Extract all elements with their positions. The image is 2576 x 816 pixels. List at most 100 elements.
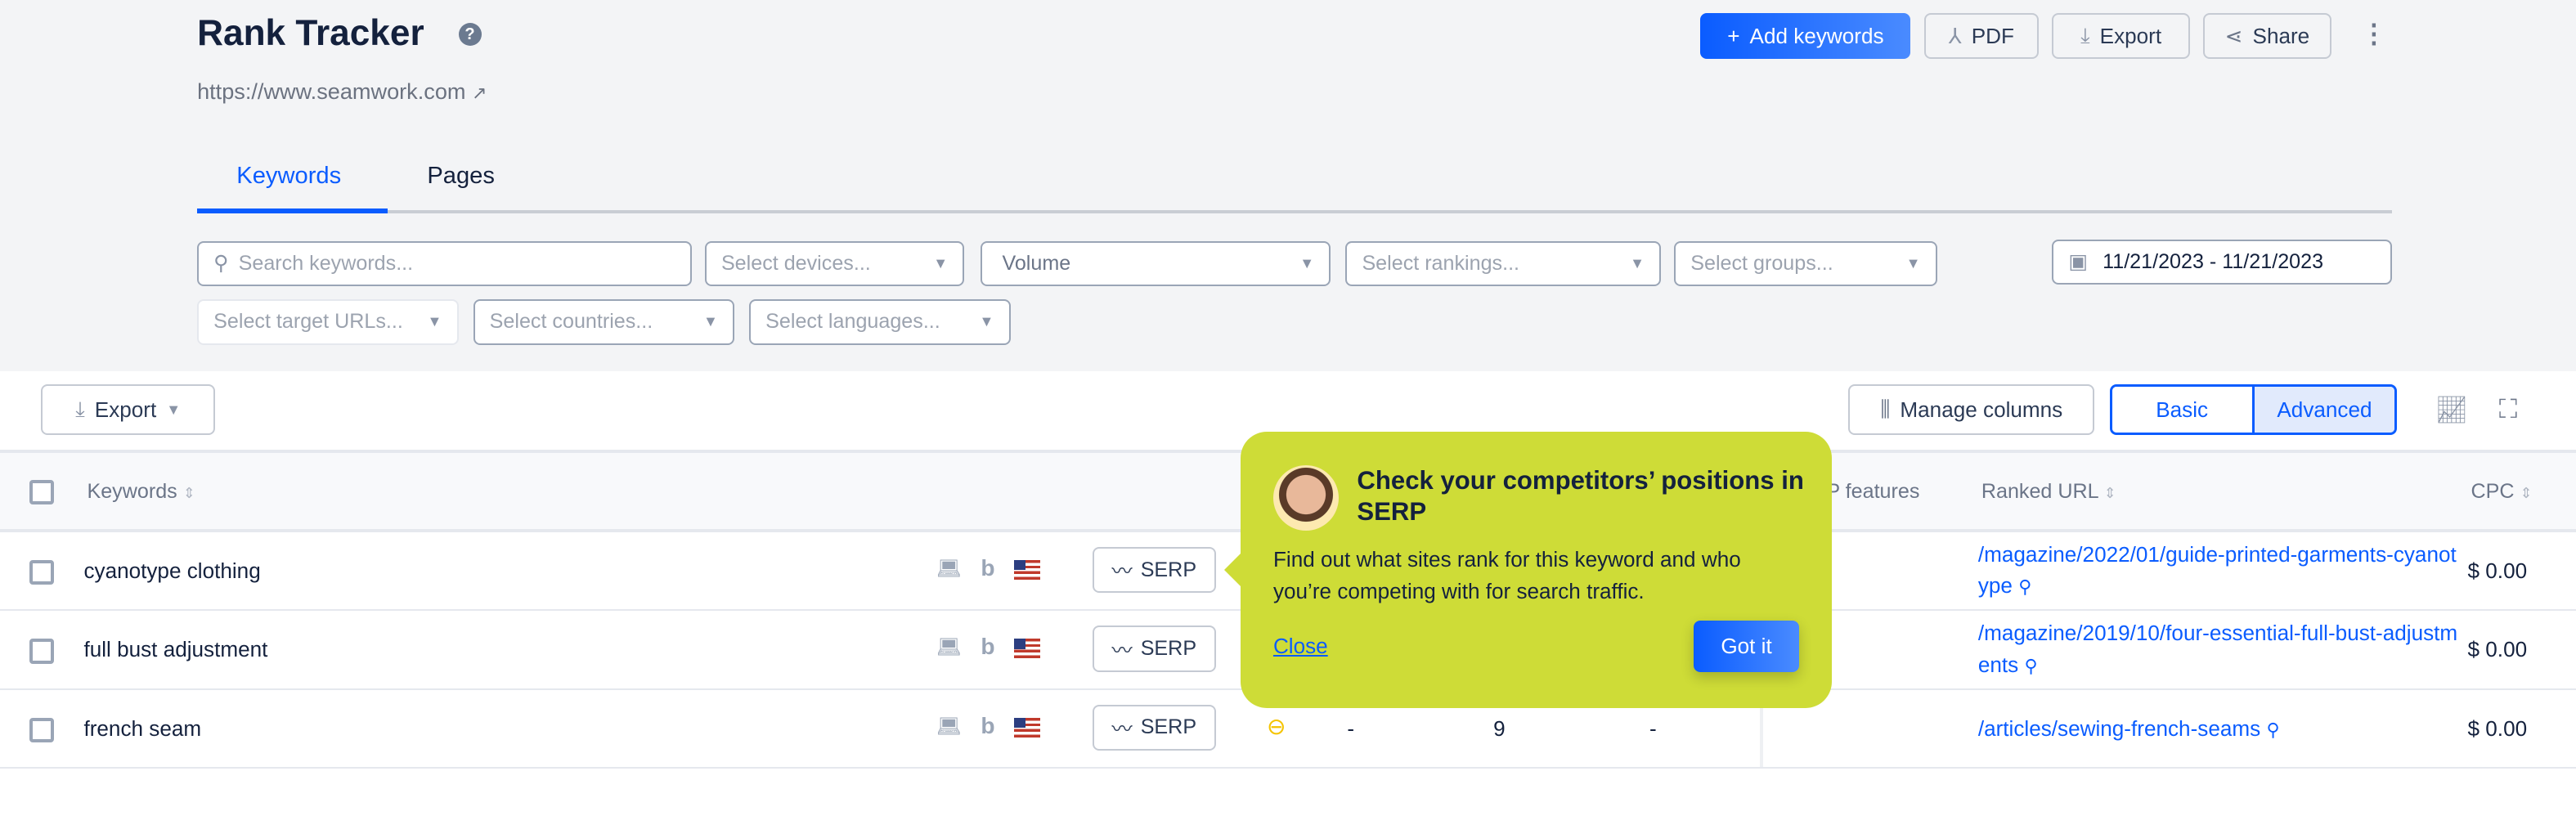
tab-keywords[interactable]: Keywords bbox=[236, 163, 341, 190]
columns-settings-icon: ⫼ bbox=[1880, 397, 1891, 422]
pdf-button[interactable]: ⅄ PDF bbox=[1923, 13, 2040, 60]
basic-view-button[interactable]: Basic bbox=[2112, 387, 2255, 433]
caret-down-icon: ▼ bbox=[979, 313, 994, 330]
trend-icon: 〰 bbox=[1111, 639, 1133, 662]
keyword-text: cyanotype clothing bbox=[83, 558, 261, 584]
export-label: Export bbox=[2099, 23, 2162, 48]
pdf-icon: ⅄ bbox=[1948, 23, 1962, 48]
keyword-text: full bust adjustment bbox=[83, 637, 268, 662]
serp-tip-popover: Check your competitors’ positions in SER… bbox=[1223, 432, 1833, 708]
ranked-url-header-label: Ranked URL bbox=[1981, 479, 2098, 503]
got-it-button[interactable]: Got it bbox=[1694, 621, 1799, 672]
active-tab-indicator bbox=[197, 208, 388, 214]
bing-icon: b bbox=[981, 555, 995, 581]
tabs-divider bbox=[197, 210, 2393, 214]
serp-label: SERP bbox=[1140, 558, 1197, 581]
us-flag-icon bbox=[1013, 717, 1040, 738]
target-urls-select[interactable]: Select target URLs... ▼ bbox=[197, 298, 459, 345]
countries-select[interactable]: Select countries... ▼ bbox=[473, 298, 734, 345]
tab-pages[interactable]: Pages bbox=[427, 163, 495, 190]
row-checkbox[interactable] bbox=[29, 560, 55, 585]
advanced-view-button[interactable]: Advanced bbox=[2254, 387, 2395, 433]
serp-button[interactable]: 〰 SERP bbox=[1092, 625, 1216, 672]
cell-value: - bbox=[1649, 715, 1657, 741]
groups-select[interactable]: Select groups... ▼ bbox=[1674, 241, 1937, 286]
trend-icon: 〰 bbox=[1111, 717, 1133, 741]
keywords-column-header[interactable]: Keywords ⇕ bbox=[87, 480, 195, 504]
serp-button[interactable]: 〰 SERP bbox=[1092, 704, 1216, 751]
bing-icon: b bbox=[981, 634, 995, 660]
manage-columns-button[interactable]: ⫼ Manage columns bbox=[1848, 384, 2095, 436]
sort-icon: ⇕ bbox=[182, 484, 195, 501]
select-all-checkbox[interactable] bbox=[29, 479, 55, 504]
caret-down-icon: ▼ bbox=[1299, 254, 1315, 271]
page-title: Rank Tracker bbox=[197, 13, 424, 54]
link-icon: ⊖ bbox=[1266, 713, 1286, 739]
sort-icon: ⇕ bbox=[2520, 484, 2533, 501]
sort-icon: ⇕ bbox=[2103, 484, 2116, 501]
desktop-icon: 💻︎ bbox=[936, 558, 962, 581]
export-header-button[interactable]: ⤓ Export bbox=[2052, 13, 2190, 60]
ranked-url-link[interactable]: /magazine/2022/01/guide-printed-garments… bbox=[1978, 539, 2458, 604]
search-input[interactable]: ⚲ Search keywords... bbox=[197, 241, 692, 286]
add-keywords-button[interactable]: + Add keywords bbox=[1700, 13, 1911, 60]
serp-button[interactable]: 〰 SERP bbox=[1092, 546, 1216, 594]
languages-placeholder: Select languages... bbox=[765, 310, 940, 334]
cell-value: - bbox=[1347, 715, 1355, 741]
row-checkbox[interactable] bbox=[29, 717, 55, 743]
ranked-url-column-header[interactable]: Ranked URL ⇕ bbox=[1981, 480, 2116, 504]
share-icon: ⋖ bbox=[2224, 23, 2243, 48]
caret-down-icon: ▼ bbox=[703, 313, 718, 330]
manage-columns-label: Manage columns bbox=[1900, 397, 2063, 422]
share-button[interactable]: ⋖ Share bbox=[2203, 13, 2331, 60]
cpc-value: $ 0.00 bbox=[2467, 715, 2528, 741]
popover-title: Check your competitors’ positions in SER… bbox=[1357, 465, 1804, 526]
export-table-label: Export bbox=[94, 397, 157, 422]
ranked-url-text: /articles/sewing-french-seams bbox=[1977, 715, 2261, 741]
date-range-picker[interactable]: ▣ 11/21/2023 - 11/21/2023 bbox=[2052, 240, 2393, 285]
us-flag-icon bbox=[1013, 560, 1040, 581]
ranked-url-link[interactable]: /magazine/2019/10/four-essential-full-bu… bbox=[1978, 617, 2458, 683]
target-urls-placeholder: Select target URLs... bbox=[213, 310, 403, 334]
fullscreen-icon[interactable]: ⛶ bbox=[2499, 394, 2518, 425]
search-icon: ⚲ bbox=[2018, 576, 2032, 598]
caret-down-icon: ▼ bbox=[933, 254, 949, 271]
view-toggle: Basic Advanced bbox=[2109, 384, 2398, 436]
search-icon: ⚲ bbox=[2266, 719, 2280, 740]
popover-body: Find out what sites rank for this keywor… bbox=[1272, 546, 1741, 604]
more-options-icon[interactable]: ⋮ bbox=[2361, 18, 2387, 49]
cpc-value: $ 0.00 bbox=[2467, 637, 2528, 662]
site-url-link[interactable]: https://www.seamwork.com ↗ bbox=[197, 78, 487, 105]
volume-label: Volume bbox=[1002, 251, 1071, 275]
export-table-button[interactable]: ⤓ Export ▼ bbox=[41, 384, 216, 436]
devices-placeholder: Select devices... bbox=[720, 251, 871, 275]
row-checkbox[interactable] bbox=[29, 639, 55, 664]
groups-placeholder: Select groups... bbox=[1690, 251, 1833, 275]
volume-select[interactable]: Volume ▼ bbox=[981, 241, 1331, 286]
caret-down-icon: ▼ bbox=[1630, 254, 1645, 271]
add-keywords-label: Add keywords bbox=[1749, 23, 1884, 48]
pdf-label: PDF bbox=[1971, 23, 2014, 48]
desktop-icon: 💻︎ bbox=[936, 636, 962, 659]
devices-select[interactable]: Select devices... ▼ bbox=[704, 241, 965, 286]
chart-icon[interactable]: 📈︎ bbox=[2435, 394, 2468, 425]
ranked-url-text: /magazine/2019/10/four-essential-full-bu… bbox=[1977, 621, 2458, 677]
bing-icon: b bbox=[981, 712, 995, 738]
external-link-icon: ↗ bbox=[472, 83, 487, 104]
us-flag-icon bbox=[1013, 639, 1040, 659]
languages-select[interactable]: Select languages... ▼ bbox=[749, 298, 1011, 345]
desktop-icon: 💻︎ bbox=[936, 715, 962, 738]
rankings-select[interactable]: Select rankings... ▼ bbox=[1345, 241, 1662, 286]
ranked-url-link[interactable]: /articles/sewing-french-seams ⚲ bbox=[1978, 713, 2458, 778]
cpc-column-header[interactable]: CPC ⇕ bbox=[2471, 480, 2533, 504]
date-range-value: 11/21/2023 - 11/21/2023 bbox=[2103, 249, 2324, 273]
popover-close-link[interactable]: Close bbox=[1273, 634, 1328, 659]
search-placeholder: Search keywords... bbox=[238, 251, 414, 275]
plus-icon: + bbox=[1727, 23, 1740, 48]
caret-down-icon: ▼ bbox=[166, 401, 182, 418]
cpc-header-label: CPC bbox=[2471, 479, 2515, 503]
search-icon: ⚲ bbox=[2024, 655, 2038, 676]
site-url: https://www.seamwork.com bbox=[197, 78, 466, 105]
help-icon[interactable]: ? bbox=[458, 23, 482, 47]
download-icon: ⤓ bbox=[2080, 23, 2090, 48]
